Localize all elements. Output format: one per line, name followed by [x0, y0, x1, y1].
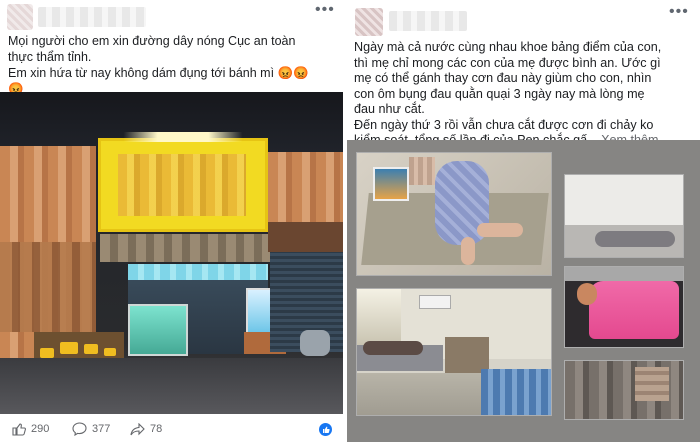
comment-bubble-icon	[72, 422, 87, 436]
panel	[419, 295, 451, 309]
stool	[104, 348, 116, 356]
left-text-line: thực thẩm tỉnh.	[8, 50, 92, 64]
left-post: ••• Mọi người cho em xin đường dây nóng …	[0, 0, 343, 442]
blurred-person	[481, 369, 551, 415]
right-text-line: mẹ có thể gánh thay cơn đau này giùm cho…	[354, 71, 652, 85]
share-button[interactable]: 78	[130, 422, 162, 436]
photo-blurred-person[interactable]	[564, 360, 684, 420]
left-avatar[interactable]	[7, 4, 33, 30]
right-avatar[interactable]	[355, 8, 383, 36]
right-text-line: Ngày mà cả nước cùng nhau khoe bảng điểm…	[354, 40, 662, 54]
book	[373, 167, 409, 201]
blurred-right-wall	[268, 152, 343, 222]
left-post-photo[interactable]	[0, 92, 343, 414]
person	[595, 231, 675, 247]
comment-count: 377	[92, 423, 111, 435]
right-author-name[interactable]	[389, 11, 467, 31]
bed-rail	[565, 267, 683, 281]
right-more-dots-icon[interactable]: •••	[669, 4, 689, 20]
road	[0, 358, 343, 414]
left-text-line: Em xin hứa từ nay không dám đụng tới bán…	[8, 66, 309, 80]
photo-lying-floor[interactable]	[564, 174, 684, 258]
left-text-line: Mọi người cho em xin đường dây nóng Cục …	[8, 34, 296, 48]
right-post-header: ••• Ngày mà cả nước cùng nhau khoe bảng …	[347, 0, 700, 147]
right-text-line: thì mẹ chỉ mong các con của mẹ được bình…	[354, 55, 661, 70]
child-leg	[477, 223, 523, 237]
child-leg	[461, 237, 475, 265]
sign-lights	[98, 132, 268, 142]
photo-child-on-mat[interactable]	[356, 152, 552, 276]
blurred-sign-text	[118, 154, 246, 216]
scooter	[300, 330, 330, 356]
pink-blanket	[589, 281, 679, 339]
like-button[interactable]: 290	[12, 422, 49, 436]
right-text-line: đau như cắt.	[354, 102, 425, 116]
left-post-text: Mọi người cho em xin đường dây nóng Cục …	[8, 33, 309, 97]
screenshot-collage: ••• Mọi người cho em xin đường dây nóng …	[0, 0, 700, 442]
left-wall-shade	[0, 242, 96, 332]
right-post: ••• Ngày mà cả nước cùng nhau khoe bảng …	[347, 0, 700, 442]
like-reaction-icon	[319, 423, 332, 436]
like-thumb-icon	[12, 422, 26, 436]
window	[357, 289, 401, 349]
left-more-dots-icon[interactable]: •••	[315, 2, 335, 18]
child-blur	[409, 157, 435, 185]
wall	[565, 175, 683, 225]
display-cabinet	[128, 304, 188, 356]
like-count: 290	[31, 423, 50, 435]
right-building-band	[268, 222, 343, 252]
stool	[60, 342, 78, 354]
share-count: 78	[150, 423, 163, 435]
share-arrow-icon	[130, 422, 145, 435]
right-photo-grid	[347, 140, 700, 442]
left-author-name[interactable]	[38, 7, 146, 27]
stool	[40, 348, 54, 358]
patient	[363, 341, 423, 355]
left-reaction-bar: 290 377 78	[0, 416, 343, 442]
shop-awning	[100, 234, 270, 262]
face-blur	[635, 367, 669, 401]
right-text-line: Đến ngày thứ 3 rồi vẫn chưa cắt được cơn…	[354, 117, 654, 132]
photo-hospital-room[interactable]	[356, 288, 552, 416]
stool	[84, 344, 98, 354]
shop-window-strip	[128, 264, 268, 280]
child-face	[577, 283, 597, 305]
comment-button[interactable]: 377	[72, 422, 110, 436]
right-text-line: con ôm bụng đau quằn quại 3 ngày nay mà …	[354, 86, 645, 101]
right-post-text: Ngày mà cả nước cùng nhau khoe bảng điểm…	[354, 40, 661, 149]
photo-pink-blanket[interactable]	[564, 266, 684, 348]
